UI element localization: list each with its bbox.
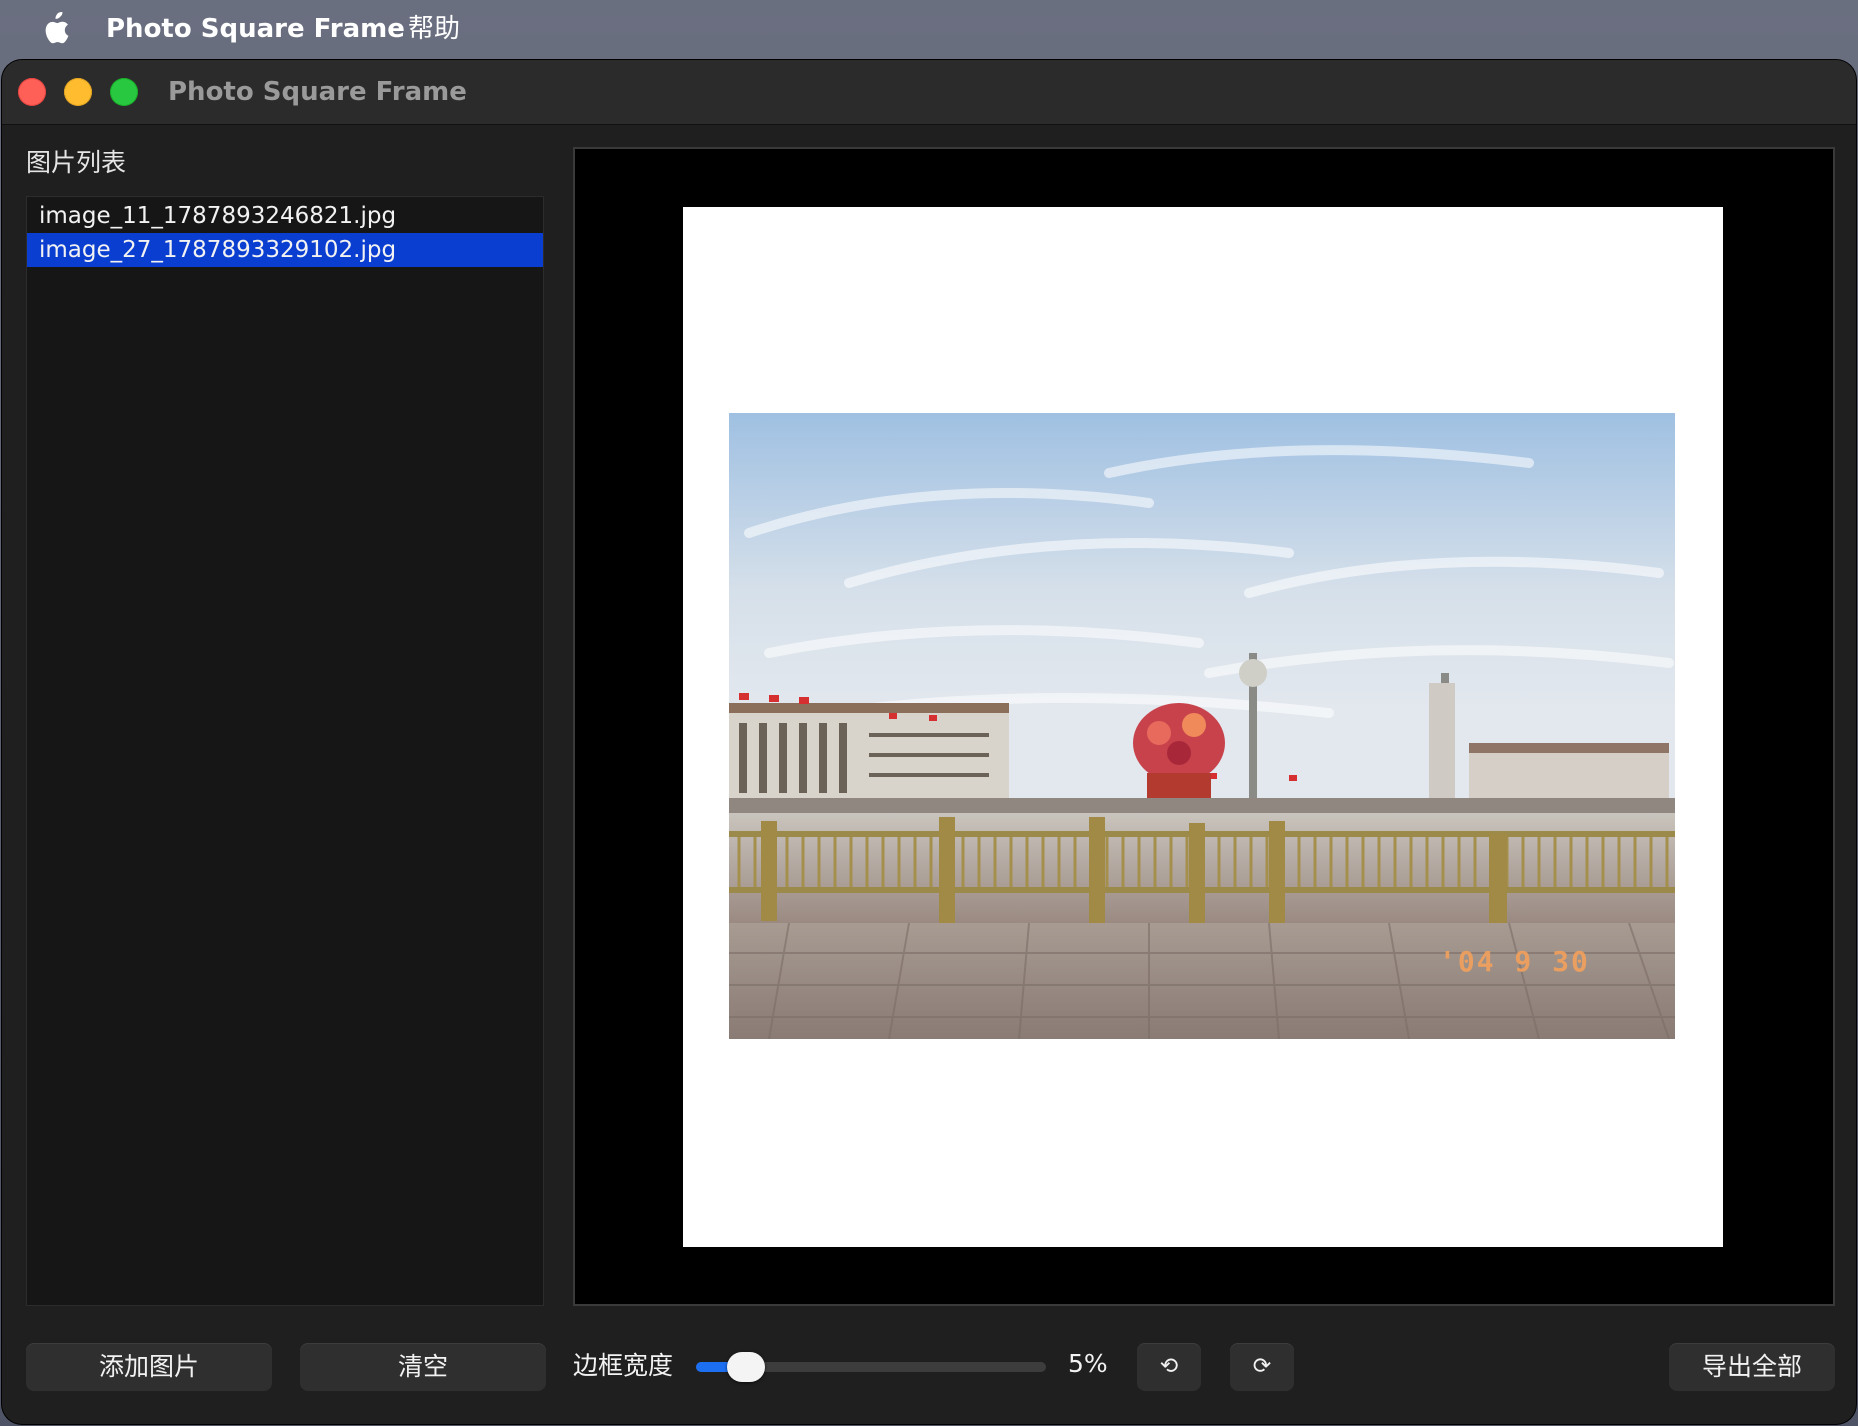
menu-help[interactable]: 帮助 — [408, 12, 460, 46]
image-list-item[interactable]: image_11_1787893246821.jpg — [27, 199, 543, 233]
clear-button[interactable]: 清空 — [300, 1343, 546, 1391]
square-frame: '04 9 30 — [683, 207, 1723, 1247]
image-list[interactable]: image_11_1787893246821.jpg image_27_1787… — [26, 196, 544, 1306]
menu-app-name[interactable]: Photo Square Frame — [106, 12, 405, 46]
export-all-button[interactable]: 导出全部 — [1669, 1343, 1835, 1391]
photo-date-stamp: '04 9 30 — [1439, 945, 1590, 978]
title-bar[interactable]: Photo Square Frame — [2, 60, 1856, 125]
zoom-window-button[interactable] — [110, 78, 138, 106]
rotate-left-icon: ⟲ — [1159, 1354, 1179, 1379]
window-title: Photo Square Frame — [168, 77, 467, 107]
rotate-right-icon: ⟳ — [1252, 1354, 1272, 1379]
app-window: Photo Square Frame 图片列表 image_11_1787893… — [2, 60, 1856, 1424]
add-images-button[interactable]: 添加图片 — [26, 1343, 272, 1391]
menu-bar: Photo Square Frame 帮助 — [0, 0, 1858, 58]
border-width-label: 边框宽度 — [573, 1351, 674, 1380]
desktop: Photo Square Frame 帮助 Photo Square Frame… — [0, 0, 1858, 1426]
image-list-item-selected[interactable]: image_27_1787893329102.jpg — [27, 233, 543, 267]
border-width-value: 5% — [1068, 1349, 1108, 1378]
rotate-right-button[interactable]: ⟳ — [1230, 1343, 1294, 1391]
preview-canvas: '04 9 30 — [573, 147, 1835, 1306]
image-list-heading: 图片列表 — [26, 148, 127, 177]
apple-icon[interactable] — [40, 12, 70, 46]
minimize-window-button[interactable] — [64, 78, 92, 106]
border-width-slider-knob[interactable] — [727, 1352, 765, 1382]
rotate-left-button[interactable]: ⟲ — [1137, 1343, 1201, 1391]
preview-photo: '04 9 30 — [729, 413, 1675, 1039]
close-window-button[interactable] — [18, 78, 46, 106]
